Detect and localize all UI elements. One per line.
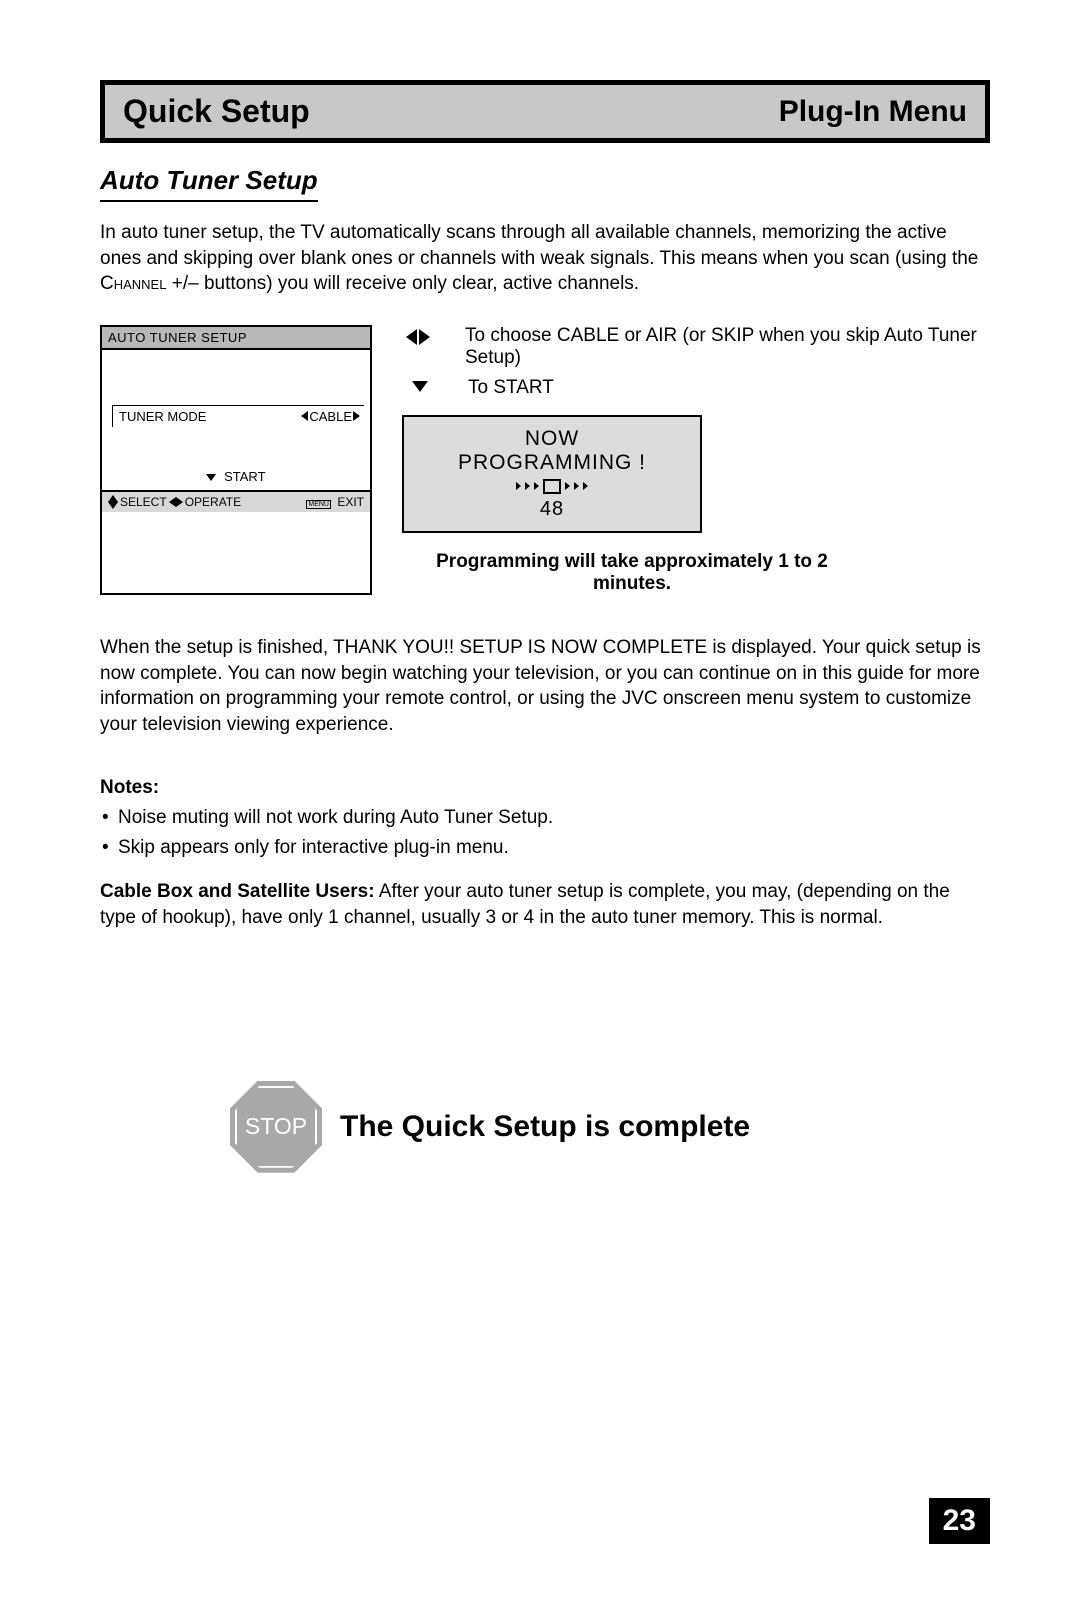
osd-footer-select: SELECT	[120, 495, 167, 509]
left-arrow-icon	[301, 411, 308, 421]
osd-row-value: CABLE	[309, 409, 352, 424]
header-bar: Quick Setup Plug-In Menu	[100, 80, 990, 143]
stop-row: STOP The Quick Setup is complete	[230, 1081, 990, 1173]
after-paragraph: When the setup is finished, THANK YOU!! …	[100, 635, 990, 738]
header-left: Quick Setup	[123, 93, 310, 130]
note-item-0: Noise muting will not work during Auto T…	[100, 807, 990, 829]
updown-icon	[108, 495, 118, 509]
stop-sign-icon: STOP	[230, 1081, 322, 1173]
osd-box: AUTO TUNER SETUP TUNER MODE CABLE START	[100, 325, 372, 595]
intro-text-1: In auto tuner setup, the TV automaticall…	[100, 222, 978, 269]
cable-note-label: Cable Box and Satellite Users:	[100, 881, 375, 902]
section-title: Auto Tuner Setup	[100, 165, 318, 202]
notes-label: Notes:	[100, 777, 990, 799]
instr-lr-text: To choose CABLE or AIR (or SKIP when you…	[465, 325, 990, 369]
down-arrow-icon-big	[402, 377, 438, 399]
note-item-1: Skip appears only for interactive plug-i…	[100, 837, 990, 859]
stop-text: The Quick Setup is complete	[340, 1110, 750, 1144]
osd-row-value-wrap: CABLE	[301, 409, 360, 424]
osd-footer-right: MENU EXIT	[306, 495, 364, 509]
osd-start-row: START	[102, 469, 370, 484]
lr-arrow-icon	[402, 325, 435, 369]
stop-sign-label: STOP	[235, 1086, 317, 1168]
programming-note: Programming will take approximately 1 to…	[402, 551, 862, 595]
prog-line2: PROGRAMMING !	[412, 451, 692, 475]
intro-channel: Channel	[100, 273, 166, 294]
osd-footer-operate: OPERATE	[185, 495, 241, 509]
instr-row-lr: To choose CABLE or AIR (or SKIP when you…	[402, 325, 990, 369]
osd-body: TUNER MODE CABLE START	[102, 350, 370, 490]
leftright-icon	[169, 497, 183, 507]
header-right: Plug-In Menu	[779, 95, 967, 129]
down-arrow-icon	[206, 474, 216, 481]
prog-anim-icon	[412, 479, 692, 494]
intro-paragraph: In auto tuner setup, the TV automaticall…	[100, 220, 990, 297]
programming-box: NOW PROGRAMMING ! 48	[402, 415, 702, 533]
instr-row-down: To START	[402, 377, 990, 399]
osd-footer-left: SELECT OPERATE	[108, 495, 241, 509]
prog-line1: NOW	[412, 427, 692, 451]
prog-number: 48	[412, 498, 692, 521]
right-arrow-icon	[353, 411, 360, 421]
osd-title: AUTO TUNER SETUP	[102, 327, 370, 350]
osd-tuner-row: TUNER MODE CABLE	[112, 405, 364, 427]
page-number: 23	[929, 1498, 990, 1544]
instr-down-text: To START	[468, 377, 554, 399]
menu-tag: MENU	[306, 500, 331, 509]
instructions: To choose CABLE or AIR (or SKIP when you…	[402, 325, 990, 595]
cable-note: Cable Box and Satellite Users: After you…	[100, 879, 990, 930]
osd-start-label: START	[224, 469, 265, 484]
osd-footer-exit: EXIT	[337, 495, 364, 509]
osd-row-label: TUNER MODE	[119, 409, 206, 424]
intro-text-2: +/– buttons) you will receive only clear…	[166, 273, 639, 294]
osd-footer: SELECT OPERATE MENU EXIT	[102, 490, 370, 512]
